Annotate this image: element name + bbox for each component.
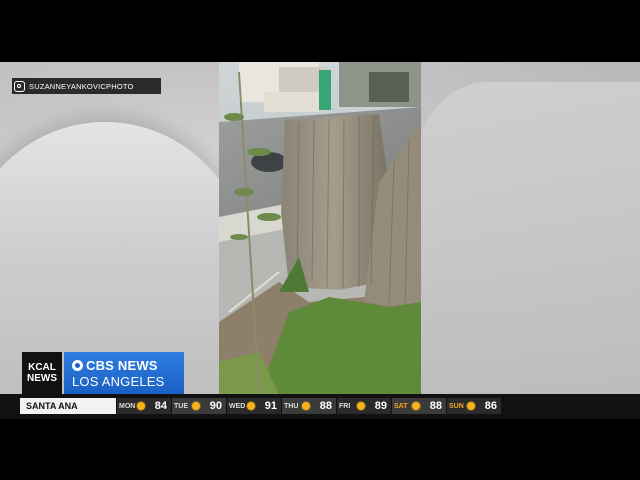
sun-icon <box>192 402 200 410</box>
sun-icon <box>247 402 255 410</box>
cbs-logo-city: LOS ANGELES <box>72 373 165 389</box>
sun-icon <box>357 402 365 410</box>
kcal-logo-line2: NEWS <box>27 373 57 384</box>
cbs-news-la-logo: CBS NEWS LOS ANGELES <box>64 352 184 394</box>
blurred-background-right <box>410 82 640 394</box>
forecast-day: FRI 89 <box>337 398 391 414</box>
forecast-temp: 86 <box>484 400 497 412</box>
station-logo: KCAL NEWS CBS NEWS LOS ANGELES <box>22 352 184 394</box>
kcal-logo-line1: KCAL <box>28 362 56 373</box>
forecast-day: MON 84 <box>117 398 171 414</box>
forecast-temp: 90 <box>209 400 222 412</box>
forecast-day-name: FRI <box>339 402 351 410</box>
forecast-day: TUE 90 <box>172 398 226 414</box>
forecast-temp: 91 <box>264 400 277 412</box>
cbs-logo-name: CBS NEWS <box>86 357 158 373</box>
forecast-temp: 88 <box>319 400 332 412</box>
photo-credit: SUZANNEYANKOVICPHOTO <box>12 78 161 94</box>
sun-icon <box>302 402 310 410</box>
kcal-news-logo: KCAL NEWS <box>22 352 62 394</box>
forecast-day-name: SAT <box>394 402 408 410</box>
forecast-day: SAT 88 <box>392 398 446 414</box>
forecast-temp: 84 <box>154 400 167 412</box>
sun-icon <box>412 402 420 410</box>
cliff-erosion-photo <box>219 62 421 394</box>
instagram-icon <box>14 80 25 92</box>
forecast-day-name: TUE <box>174 402 188 410</box>
forecast-day: SUN 86 <box>447 398 501 414</box>
sun-icon <box>137 402 145 410</box>
ticker-city: SANTA ANA <box>20 398 116 414</box>
sun-icon <box>467 402 475 410</box>
forecast-day-name: MON <box>119 402 136 410</box>
weather-ticker: SANTA ANA MON 84 TUE 90 WED 91 THU 88 FR… <box>0 394 640 419</box>
forecast-temp: 89 <box>374 400 387 412</box>
forecast-day-name: WED <box>229 402 246 410</box>
forecast-day: WED 91 <box>227 398 281 414</box>
photo-credit-handle: SUZANNEYANKOVICPHOTO <box>29 81 134 91</box>
forecast-temp: 88 <box>429 400 442 412</box>
forecast-day-name: SUN <box>449 402 464 410</box>
forecast-day: THU 88 <box>282 398 336 414</box>
cbs-eye-icon <box>72 359 83 371</box>
forecast-day-name: THU <box>284 402 299 410</box>
forecast-days: MON 84 TUE 90 WED 91 THU 88 FRI 89 SAT 8… <box>117 398 502 414</box>
